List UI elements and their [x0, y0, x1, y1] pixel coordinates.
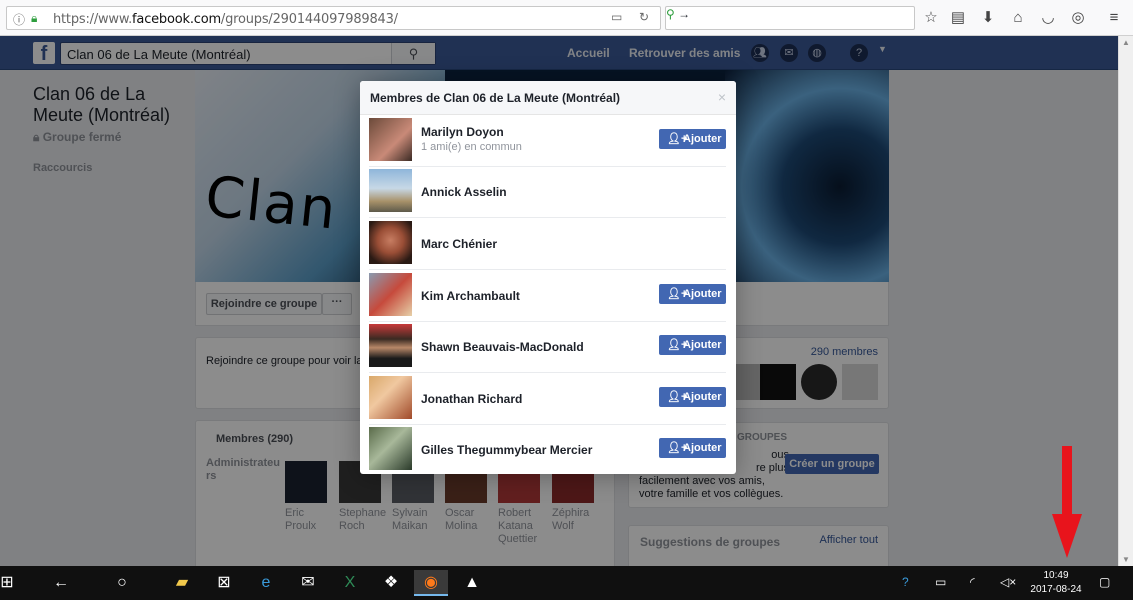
- add-friend-button[interactable]: 👤︎+ Ajouter: [659, 335, 726, 355]
- dialog-title: Membres de Clan 06 de La Meute (Montréal…: [370, 91, 621, 105]
- add-friend-button[interactable]: 👤︎+ Ajouter: [659, 129, 726, 149]
- menu-icon[interactable]: ≡: [1105, 9, 1123, 27]
- windows-taskbar: ⊞ ← ○ ▰ ⊠ e ✉ X ❖ ◉ ▲ ? ▭ ◜ ◁× 10:49 201…: [0, 566, 1133, 600]
- edge-icon[interactable]: e: [253, 570, 279, 596]
- help-tray-icon[interactable]: ?: [902, 575, 909, 589]
- page-scrollbar[interactable]: ▲ ▼: [1118, 36, 1133, 566]
- add-friend-button[interactable]: 👤︎+ Ajouter: [659, 387, 726, 407]
- add-friend-button[interactable]: 👤︎+ Ajouter: [659, 284, 726, 304]
- member-name[interactable]: Marc Chénier: [421, 237, 497, 251]
- list-item: Annick Asselin: [360, 166, 736, 218]
- list-item: Marilyn Doyon 1 ami(e) en commun 👤︎+ Ajou…: [360, 115, 736, 167]
- store-icon[interactable]: ⊠: [211, 570, 237, 596]
- close-icon[interactable]: ×: [718, 89, 726, 105]
- avatar[interactable]: [369, 221, 412, 264]
- notifications-icon[interactable]: ▢: [1099, 575, 1110, 589]
- pocket-icon[interactable]: ◡: [1039, 9, 1057, 27]
- speed-dial-icon[interactable]: ◎: [1069, 9, 1087, 27]
- system-clock[interactable]: 10:49 2017-08-24: [1020, 569, 1092, 597]
- address-bar[interactable]: ⓘ 🔒︎ https://www.facebook.com/groups/290…: [6, 6, 661, 30]
- avatar[interactable]: [369, 427, 412, 470]
- search-icon: ⚲: [666, 7, 675, 21]
- list-item: Jonathan Richard 👤︎+ Ajouter: [360, 373, 736, 425]
- list-item: Marc Chénier: [360, 218, 736, 270]
- avatar[interactable]: [369, 324, 412, 367]
- back-icon[interactable]: ←: [48, 570, 74, 596]
- reader-icon[interactable]: ▭: [611, 10, 622, 24]
- lock-icon[interactable]: 🔒︎: [31, 11, 37, 26]
- info-icon[interactable]: ⓘ: [13, 11, 25, 28]
- browser-search-input[interactable]: ⚲ →: [665, 6, 915, 30]
- dialog-header: Membres de Clan 06 de La Meute (Montréal…: [360, 81, 736, 115]
- avatar[interactable]: [369, 273, 412, 316]
- mail-icon[interactable]: ✉: [295, 570, 321, 596]
- member-name[interactable]: Shawn Beauvais-MacDonald: [421, 340, 584, 354]
- volume-mute-icon[interactable]: ◁×: [1000, 575, 1016, 589]
- wifi-icon[interactable]: ◜: [970, 575, 975, 589]
- dropbox-icon[interactable]: ❖: [378, 570, 404, 596]
- avatar[interactable]: [369, 118, 412, 161]
- bookmarks-list-icon[interactable]: ▤: [949, 9, 967, 27]
- clock-time: 10:49: [1043, 570, 1069, 581]
- firefox-icon[interactable]: ◉: [414, 570, 448, 596]
- list-item: Gilles Thegummybear Mercier 👤︎+ Ajouter: [360, 424, 736, 474]
- avatar[interactable]: [369, 376, 412, 419]
- url-text[interactable]: https://www.facebook.com/groups/29014409…: [53, 12, 398, 27]
- browser-toolbar: ⓘ 🔒︎ https://www.facebook.com/groups/290…: [0, 0, 1133, 36]
- red-arrow-annotation: [1052, 446, 1082, 558]
- list-item: Kim Archambault 👤︎+ Ajouter: [360, 270, 736, 322]
- member-name[interactable]: Kim Archambault: [421, 289, 520, 303]
- battery-icon[interactable]: ▭: [935, 575, 946, 589]
- scroll-down-icon[interactable]: ▼: [1122, 555, 1130, 564]
- downloads-icon[interactable]: ⬇: [979, 9, 997, 27]
- clock-date: 2017-08-24: [1030, 584, 1082, 595]
- scroll-up-icon[interactable]: ▲: [1122, 38, 1130, 47]
- reload-icon[interactable]: ↻: [639, 10, 649, 24]
- members-dialog: Membres de Clan 06 de La Meute (Montréal…: [360, 81, 736, 474]
- home-icon[interactable]: ⌂: [1009, 9, 1027, 27]
- add-friend-button[interactable]: 👤︎+ Ajouter: [659, 438, 726, 458]
- photos-icon[interactable]: ▲: [459, 570, 485, 596]
- member-name[interactable]: Marilyn Doyon: [421, 125, 504, 139]
- cortana-icon[interactable]: ○: [109, 570, 135, 596]
- bookmark-star-icon[interactable]: ☆: [922, 9, 940, 27]
- file-explorer-icon[interactable]: ▰: [169, 570, 195, 596]
- avatar[interactable]: [369, 169, 412, 212]
- go-arrow-icon[interactable]: →: [678, 7, 690, 21]
- mutual-friends-text[interactable]: 1 ami(e) en commun: [421, 141, 522, 153]
- excel-icon[interactable]: X: [337, 570, 363, 596]
- member-name[interactable]: Jonathan Richard: [421, 392, 522, 406]
- member-name[interactable]: Gilles Thegummybear Mercier: [421, 443, 592, 457]
- member-name[interactable]: Annick Asselin: [421, 185, 507, 199]
- list-item: Shawn Beauvais-MacDonald 👤︎+ Ajouter: [360, 321, 736, 373]
- windows-start-icon[interactable]: ⊞: [0, 570, 20, 596]
